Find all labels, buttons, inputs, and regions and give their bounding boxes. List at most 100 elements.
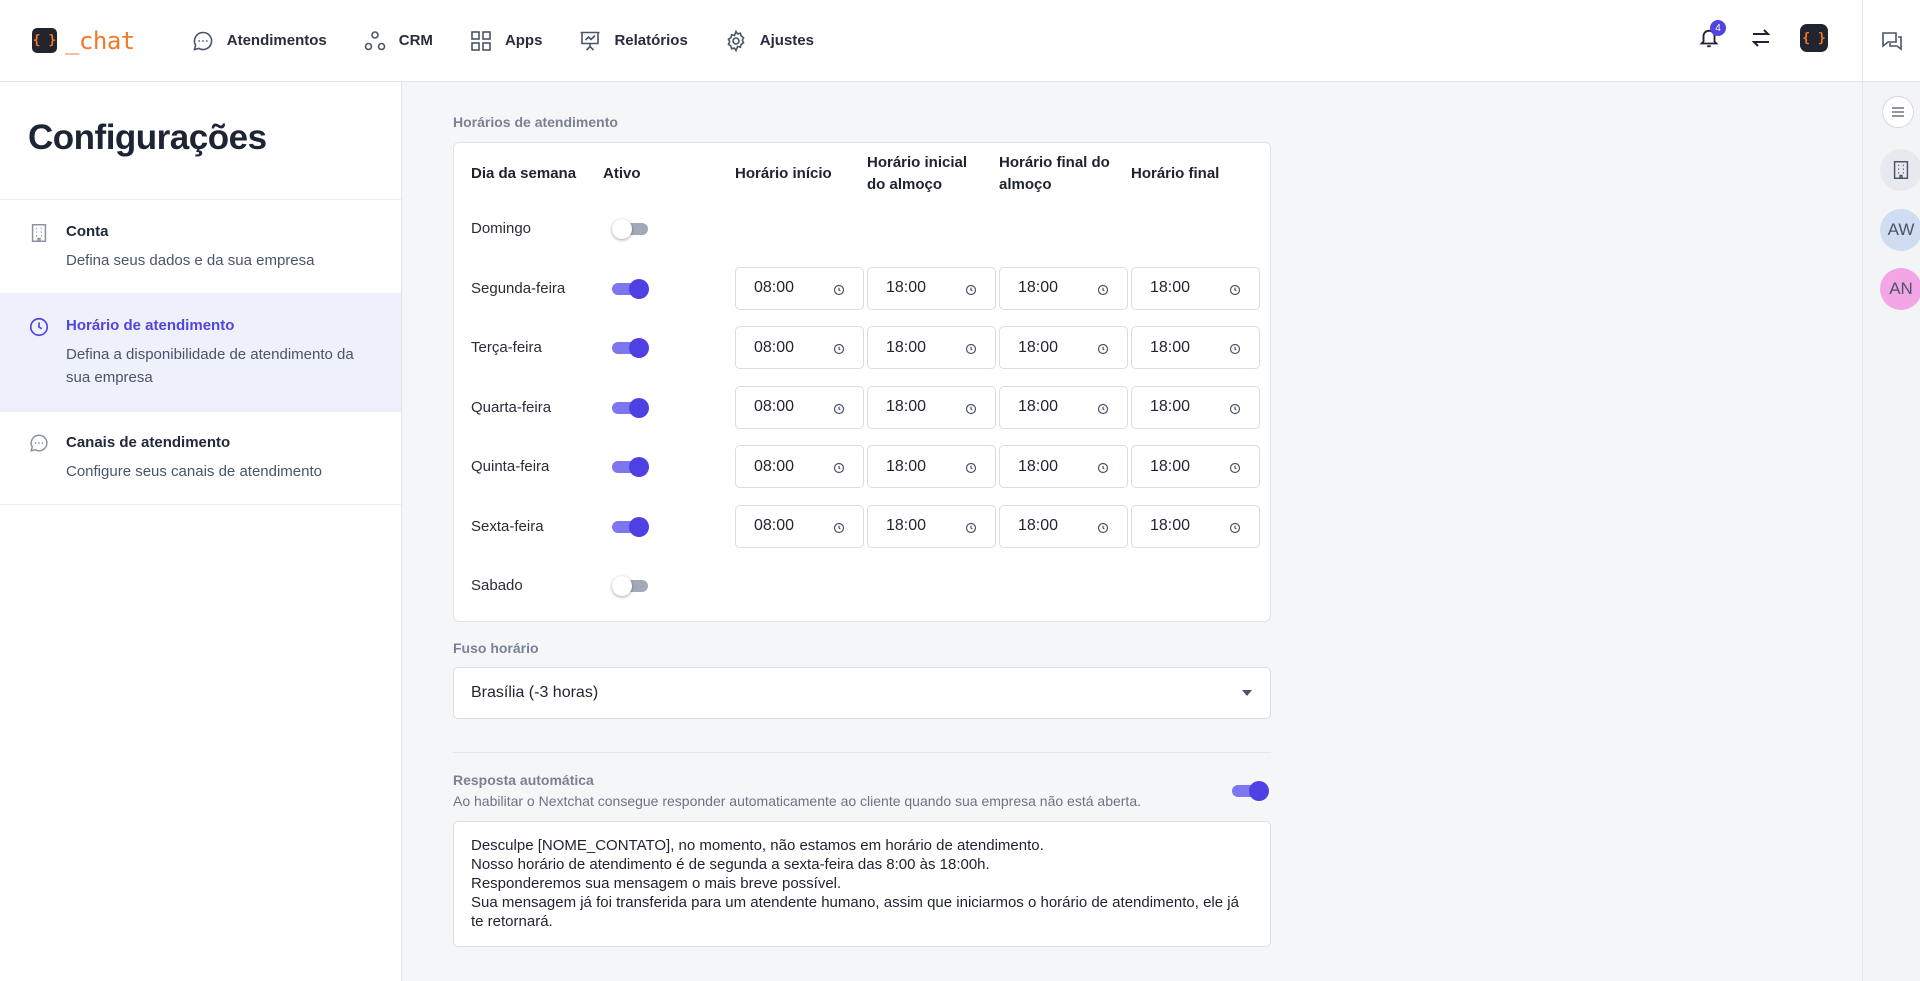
header-actions: 4 { } [1694,18,1828,58]
time-input-start-sexta-feira[interactable]: 08:00 [735,504,864,548]
time-input-lunch-end-segunda-feira[interactable]: 18:00 [999,266,1128,310]
active-toggle-quinta-feira[interactable] [612,456,650,478]
page-title: Configurações [28,118,267,157]
time-value: 18:00 [1150,338,1191,356]
nav-item-apps[interactable]: Apps [469,29,542,53]
nav-label: CRM [398,32,433,49]
day-label-ter-a-feira: Terça-feira [471,339,542,356]
active-toggle-domingo[interactable] [612,218,650,240]
clock-icon [1229,283,1241,295]
sidebar-item-canais[interactable]: Canais de atendimento Configure seus can… [0,412,401,504]
logo-text: _chat [65,26,135,55]
column-header-end: Horário final [1131,165,1220,182]
time-value: 18:00 [886,517,927,534]
nav-item-atendimentos[interactable]: Atendimentos [191,29,327,53]
column-header-lunch-end: Horário final do almoço [999,154,1110,193]
time-value: 18:00 [1018,517,1059,534]
time-value: 08:00 [754,517,795,534]
gear-icon [727,29,745,52]
switch-account-button[interactable] [1746,18,1776,58]
toggle-knob [612,219,632,239]
time-input-lunch-start-segunda-feira[interactable]: 18:00 [867,266,996,310]
building-icon [1893,161,1909,179]
time-input-end-sexta-feira[interactable]: 18:00 [1131,504,1260,548]
rail-avatar-aw[interactable]: AW [1880,209,1920,251]
clock-icon [833,283,845,295]
time-input-start-quinta-feira[interactable]: 08:00 [735,445,864,488]
active-toggle-sabado[interactable] [612,575,650,597]
nav-label: Relatórios [614,32,688,49]
time-input-lunch-start-ter-a-feira[interactable]: 18:00 [867,326,996,369]
clock-icon [965,521,977,533]
sidebar-item-label: Canais de atendimento [66,434,231,451]
rail-avatar-an[interactable]: AN [1880,268,1920,310]
nav-item-relatorios[interactable]: Relatórios [578,29,688,53]
rail-menu-button[interactable] [1882,96,1914,128]
main-nav: Atendimentos CRM Apps Relatórios Ajustes [191,29,850,53]
toggle-knob [629,516,649,537]
user-avatar[interactable]: { } [1800,24,1828,52]
nav-item-crm[interactable]: CRM [363,29,433,53]
sidebar-item-label: Conta [66,223,109,240]
time-input-start-quarta-feira[interactable]: 08:00 [735,385,864,429]
clock-icon [1229,521,1241,533]
time-input-lunch-end-sexta-feira[interactable]: 18:00 [999,504,1128,548]
clock-icon [833,461,845,474]
day-label-sexta-feira: Sexta-feira [471,517,544,535]
time-input-lunch-end-ter-a-feira[interactable]: 18:00 [999,326,1128,369]
clock-icon [833,521,845,533]
column-header-start: Horário início [735,165,832,182]
sidebar-item-label: Horário de atendimento [66,317,235,334]
auto-reply-toggle[interactable] [1232,780,1270,802]
time-input-end-quarta-feira[interactable]: 18:00 [1131,385,1260,429]
sidebar-item-desc: Configure seus canais de atendimento [66,463,322,480]
rail-company-button[interactable] [1880,149,1920,191]
time-value: 18:00 [886,457,927,475]
time-input-end-segunda-feira[interactable]: 18:00 [1131,266,1260,310]
time-input-lunch-end-quinta-feira[interactable]: 18:00 [999,445,1128,488]
grid-icon [471,30,491,51]
active-toggle-segunda-feira[interactable] [612,278,650,300]
time-input-lunch-start-sexta-feira[interactable]: 18:00 [867,504,996,548]
sidebar-item-conta[interactable]: Conta Defina seus dados e da sua empresa [0,200,401,293]
active-toggle-ter-a-feira[interactable] [612,337,650,359]
timezone-value: Brasília (-3 horas) [471,684,599,701]
time-value: 18:00 [1018,338,1059,356]
time-input-start-ter-a-feira[interactable]: 08:00 [735,326,864,369]
chat-bubbles-icon [1881,31,1902,51]
toggle-knob [629,397,649,418]
toggle-knob [629,338,649,358]
column-header-day: Dia da semana [471,165,577,182]
auto-reply-message[interactable]: Desculpe [NOME_CONTATO], no momento, não… [453,821,1271,947]
schedule-table: Dia da semana Ativo Horário início Horár… [453,142,1271,622]
time-input-lunch-start-quinta-feira[interactable]: 18:00 [867,445,996,488]
nav-item-ajustes[interactable]: Ajustes [724,29,814,53]
time-value: 18:00 [1150,517,1191,534]
clock-icon [965,402,977,414]
time-value: 18:00 [1018,398,1059,415]
notifications-button[interactable]: 4 [1694,18,1726,58]
active-toggle-quarta-feira[interactable] [612,397,650,419]
clock-icon [1097,402,1109,414]
toggle-knob [1249,781,1269,801]
clock-icon [833,402,845,414]
chat-bubble-icon [193,31,213,51]
timezone-select[interactable]: Brasília (-3 horas) [453,667,1271,719]
sidebar-item-horario[interactable]: Horário de atendimento Defina a disponib… [0,294,401,411]
clock-icon [1097,283,1109,295]
building-icon [31,224,47,242]
time-input-end-ter-a-feira[interactable]: 18:00 [1131,326,1260,369]
day-label-sabado: Sabado [471,577,523,594]
active-toggle-sexta-feira[interactable] [612,516,650,538]
time-input-start-segunda-feira[interactable]: 08:00 [735,266,864,310]
app-logo[interactable]: { } _chat [32,27,135,55]
time-input-lunch-start-quarta-feira[interactable]: 18:00 [867,385,996,429]
time-input-end-quinta-feira[interactable]: 18:00 [1131,445,1260,488]
time-value: 08:00 [754,338,795,356]
clock-icon [1097,521,1109,533]
time-value: 18:00 [1150,279,1191,296]
timezone-label: Fuso horário [453,640,539,656]
rail-chat-button[interactable] [1863,0,1920,82]
chat-bubble-icon [30,434,48,452]
time-input-lunch-end-quarta-feira[interactable]: 18:00 [999,385,1128,429]
